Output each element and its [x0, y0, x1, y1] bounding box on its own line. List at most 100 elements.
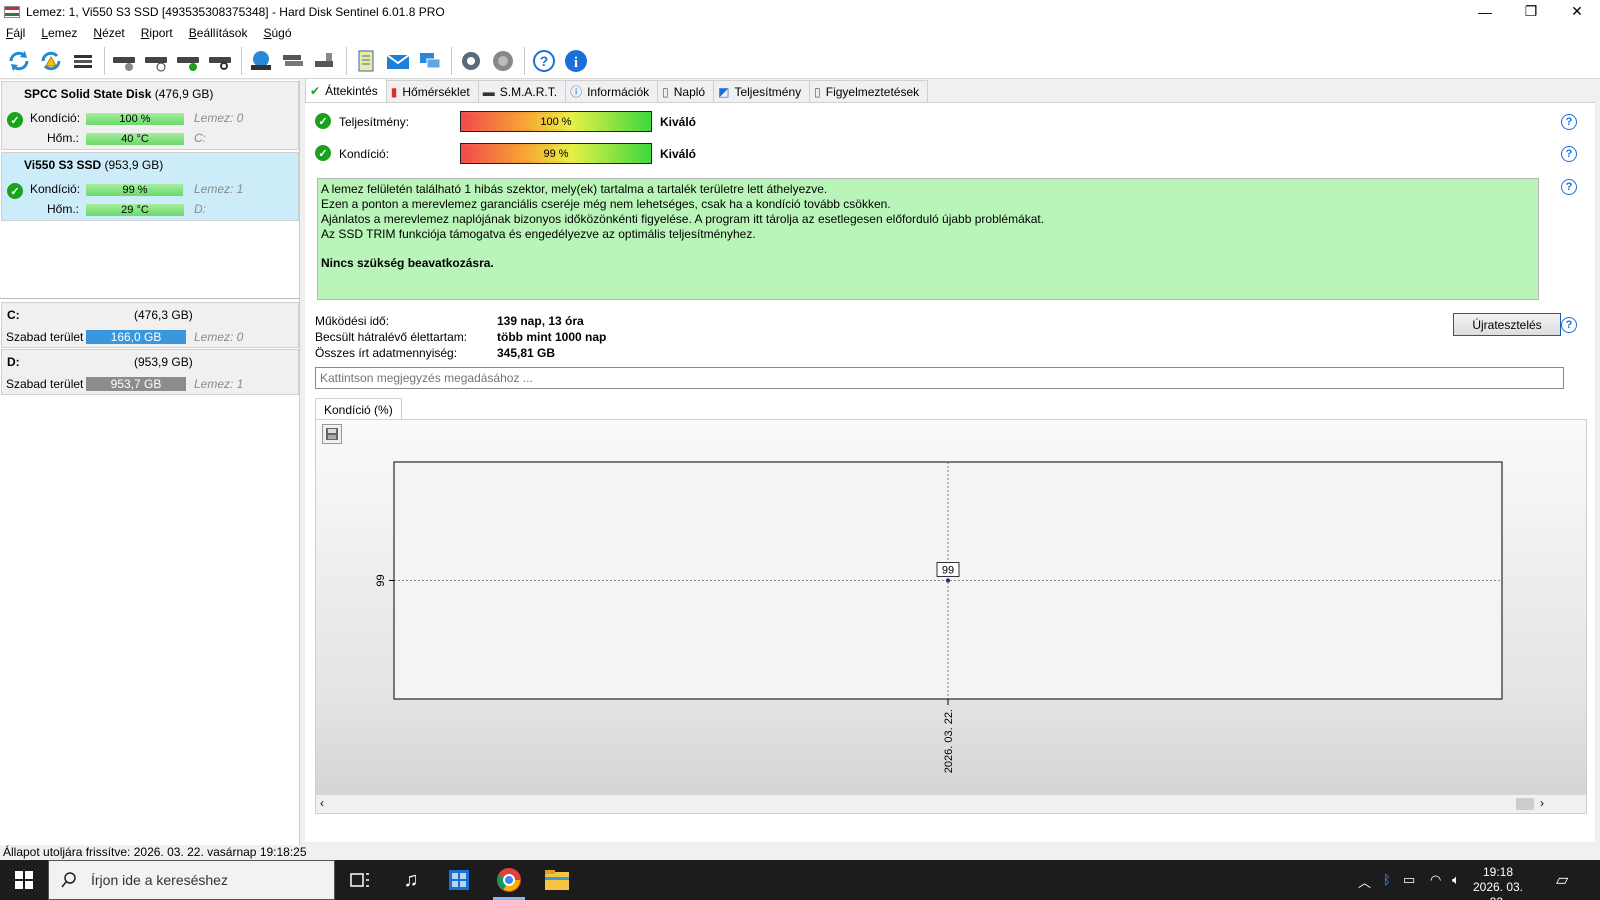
gear-icon[interactable]: [456, 46, 485, 76]
performance-rating: Kiváló: [660, 115, 697, 129]
volume-item-d[interactable]: D: (953,9 GB) Szabad terület 953,7 GB Le…: [1, 349, 299, 395]
free-space-bar: 166,0 GB: [86, 330, 186, 344]
free-space-label: Szabad terület: [6, 377, 84, 391]
disk-check-icon[interactable]: [173, 46, 202, 76]
note-input[interactable]: [315, 367, 1564, 389]
menu-disk[interactable]: Lemez: [35, 26, 87, 40]
check-icon: ✓: [7, 112, 23, 128]
temp-label: Hőm.:: [47, 131, 80, 145]
disk-stack-icon[interactable]: [278, 46, 307, 76]
tab-log[interactable]: ▯ Napló: [657, 80, 715, 102]
scroll-right-icon[interactable]: ›: [1540, 796, 1544, 810]
tab-performance[interactable]: ◩ Teljesítmény: [713, 80, 811, 102]
overview-content: ✓ Teljesítmény: 100 % Kiváló ? ✓ Kondíci…: [305, 102, 1595, 842]
tab-bar: ✔ Áttekintés ▮ Hőmérséklet ▬ S.M.A.R.T. ⓘ In…: [305, 78, 929, 102]
disk-item-0[interactable]: SPCC Solid State Disk (476,9 GB) ✓ Kondí…: [1, 81, 299, 150]
tab-overview[interactable]: ✔ Áttekintés: [305, 78, 387, 102]
minimize-button[interactable]: —: [1462, 0, 1508, 23]
message-line: Az SSD TRIM funkciója támogatva és enged…: [321, 227, 756, 241]
written-value: 345,81 GB: [497, 346, 556, 360]
tab-smart[interactable]: ▬ S.M.A.R.T.: [477, 80, 567, 102]
report-icon[interactable]: [351, 46, 380, 76]
chrome-icon[interactable]: [495, 866, 523, 894]
volume-size: (476,3 GB): [134, 308, 193, 322]
message-line: Ezen a ponton a merevlemez garanciális c…: [321, 197, 891, 211]
scroll-left-icon[interactable]: ‹: [320, 796, 324, 810]
volume-disk: Lemez: 0: [194, 330, 244, 344]
task-view-icon[interactable]: [346, 866, 374, 894]
tab-info[interactable]: ⓘ Információk: [565, 80, 659, 102]
network-icon[interactable]: [415, 46, 444, 76]
bluetooth-icon[interactable]: ᛒ: [1383, 872, 1391, 887]
title-bar: Lemez: 1, Vi550 S3 SSD [4935353083753​48…: [0, 0, 1600, 23]
notification-icon[interactable]: ▱: [1556, 870, 1568, 890]
menu-file[interactable]: Fájl: [0, 26, 35, 40]
restore-button[interactable]: ❐: [1508, 0, 1554, 23]
sound-icon[interactable]: [488, 46, 517, 76]
taskbar-search[interactable]: Írjon ide a kereséshez: [48, 860, 335, 900]
condition-bar: 99 %: [86, 184, 184, 196]
disk-list-icon[interactable]: [68, 46, 97, 76]
written-label: Összes írt adatmennyiség:: [315, 346, 458, 360]
clock-date: 2026. 03. 22.: [1472, 880, 1524, 900]
condition-bar: 100 %: [86, 113, 184, 125]
help-icon[interactable]: ?: [529, 46, 558, 76]
help-icon[interactable]: ?: [1561, 179, 1577, 195]
disk-size: (476,9 GB): [154, 87, 214, 101]
volume-disk: Lemez: 1: [194, 377, 244, 391]
help-icon[interactable]: ?: [1561, 114, 1577, 130]
disk-export-icon[interactable]: [310, 46, 339, 76]
disk-test-icon[interactable]: [109, 46, 138, 76]
disk-search-icon[interactable]: [205, 46, 234, 76]
drive-letter: D:: [194, 202, 206, 216]
chevron-up-icon[interactable]: ︿: [1358, 872, 1371, 891]
disk-item-1[interactable]: Vi550 S3 SSD (953,9 GB) ✓ Kondíció: 99 %…: [1, 152, 299, 221]
menu-bar: Fájl Lemez Nézet Riport Beállítások Súgó: [0, 23, 1600, 43]
chart-icon: ◩: [718, 84, 730, 99]
volume-icon[interactable]: 🔈︎: [1452, 872, 1460, 888]
wifi-icon[interactable]: ◠: [1430, 872, 1441, 888]
menu-report[interactable]: Riport: [135, 26, 183, 40]
toolbar: ? i: [0, 43, 1600, 79]
store-app-icon[interactable]: [445, 866, 473, 894]
disk-icon: ▬: [482, 84, 495, 99]
refresh-warning-icon[interactable]: [36, 46, 65, 76]
music-app-icon[interactable]: ♫: [397, 866, 425, 894]
close-button[interactable]: ✕: [1554, 0, 1600, 23]
menu-settings[interactable]: Beállítások: [183, 26, 258, 40]
info-icon[interactable]: i: [561, 46, 590, 76]
retest-button[interactable]: Újratesztelés: [1453, 313, 1561, 336]
help-icon[interactable]: ?: [1561, 317, 1577, 333]
tab-temperature[interactable]: ▮ Hőmérséklet: [385, 80, 479, 102]
free-space-bar: 953,7 GB: [86, 377, 186, 391]
disk-name: SPCC Solid State Disk: [24, 87, 152, 101]
temp-bar: 29 °C: [86, 204, 184, 216]
clock[interactable]: 19:18 2026. 03. 22.: [1468, 865, 1528, 900]
volume-letter: D:: [7, 355, 20, 369]
disk-clock-icon[interactable]: [141, 46, 170, 76]
globe-disk-icon[interactable]: [246, 46, 275, 76]
volume-item-c[interactable]: C: (476,3 GB) Szabad terület 166,0 GB Le…: [1, 302, 299, 348]
file-explorer-icon[interactable]: [543, 866, 571, 894]
status-message: A lemez felületén található 1 hibás szek…: [317, 178, 1539, 300]
check-icon: ✓: [315, 113, 331, 129]
help-icon[interactable]: ?: [1561, 146, 1577, 162]
menu-help[interactable]: Súgó: [257, 26, 301, 40]
battery-icon[interactable]: ▭: [1403, 872, 1415, 888]
lifetime-value: több mint 1000 nap: [497, 330, 607, 344]
chart-tab-condition[interactable]: Kondíció (%): [315, 398, 402, 420]
scroll-thumb[interactable]: [1516, 798, 1534, 810]
windows-start-icon[interactable]: [0, 860, 48, 900]
refresh-icon[interactable]: [4, 46, 33, 76]
svg-text:i: i: [573, 55, 577, 71]
menu-view[interactable]: Nézet: [87, 26, 134, 40]
message-conclusion: Nincs szükség beavatkozásra.: [321, 256, 494, 270]
temp-label: Hőm.:: [47, 202, 80, 216]
tab-alerts[interactable]: ▯ Figyelmeztetések: [809, 80, 929, 102]
condition-rating: Kiváló: [660, 147, 697, 161]
condition-label: Kondíció:: [30, 111, 81, 125]
status-bar: Állapot utoljára frissítve: 2026. 03. 22…: [0, 845, 1600, 860]
horizontal-scrollbar[interactable]: ‹ ›: [316, 795, 1586, 813]
window-title: Lemez: 1, Vi550 S3 SSD [4935353083753​48…: [26, 4, 445, 19]
mail-icon[interactable]: [383, 46, 412, 76]
